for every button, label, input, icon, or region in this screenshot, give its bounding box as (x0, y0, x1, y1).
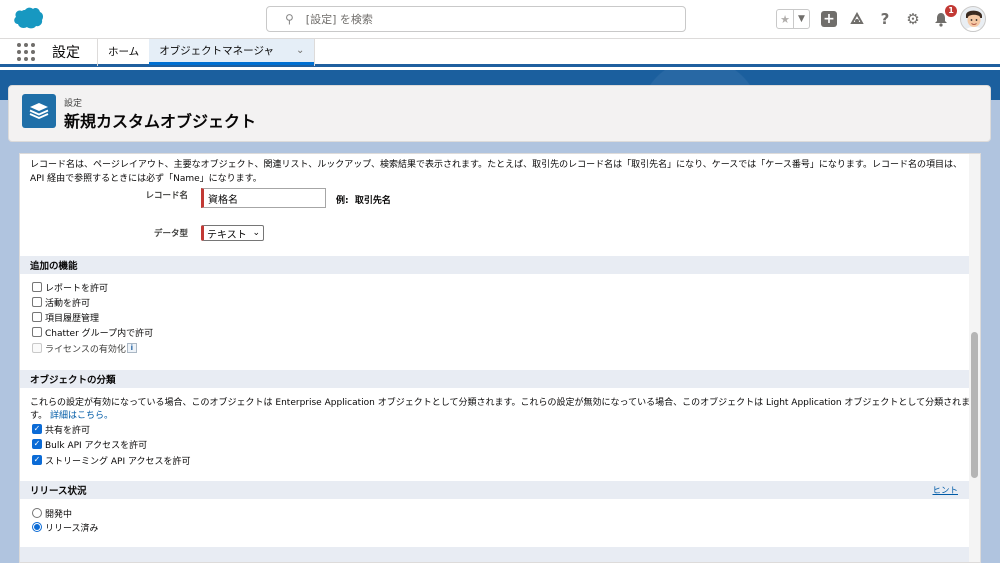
search-placeholder: [設定] を検索 (305, 13, 373, 26)
avatar[interactable] (960, 6, 986, 32)
global-header: ⚲ [設定] を検索 ★ ▼ + ? ⚙ 1 (0, 0, 1000, 38)
example-label: 例: (336, 196, 349, 206)
app-launcher-icon[interactable] (17, 42, 35, 61)
nav-divider (314, 37, 316, 66)
checkbox[interactable]: ✓ (32, 455, 42, 465)
allow-activities-checkbox[interactable]: 活動を許可 (32, 295, 90, 309)
form-panel: レコード名は、ページレイアウト、主要なオブジェクト、関連リスト、ルックアップ、検… (19, 153, 981, 563)
classification-text: これらの設定が有効になっている場合、このオブジェクトは Enterprise A… (30, 398, 971, 421)
record-name-label: レコード名 (145, 191, 188, 201)
checkbox[interactable]: ✓ (32, 439, 42, 449)
notification-badge: 1 (945, 5, 957, 17)
allow-sharing-checkbox[interactable]: ✓ 共有を許可 (32, 422, 90, 436)
star-icon[interactable]: ★ (777, 10, 793, 28)
checkbox-label: 活動を許可 (45, 298, 91, 309)
tab-object-manager-label: オブジェクトマネージャ (159, 44, 274, 57)
record-name-example: 例: 取引先名 (336, 193, 391, 206)
scrollbar-thumb[interactable] (971, 332, 978, 478)
header-utility-icons: ★ ▼ + ? ⚙ 1 (776, 4, 986, 34)
record-name-description: レコード名は、ページレイアウト、主要なオブジェクト、関連リスト、ルックアップ、検… (30, 160, 962, 184)
section-title: オブジェクトの分類 (30, 375, 116, 386)
radio-button[interactable] (32, 522, 42, 532)
section-deployment-status: リリース状況 ヒント (20, 481, 970, 499)
help-icon[interactable]: ? (876, 10, 894, 28)
learn-more-link[interactable]: 詳細はこちら。 (50, 411, 113, 421)
section-next-partial (20, 547, 970, 562)
checkbox[interactable] (32, 282, 42, 292)
checkbox-label: Bulk API アクセスを許可 (45, 440, 148, 451)
global-search-input[interactable]: ⚲ [設定] を検索 (266, 6, 686, 32)
notifications-button[interactable]: 1 (932, 5, 957, 28)
deployed-radio[interactable]: リリース済み (32, 520, 99, 534)
layers-icon (22, 94, 56, 128)
classification-description: これらの設定が有効になっている場合、このオブジェクトは Enterprise A… (30, 397, 975, 423)
radio-label: リリース済み (45, 523, 99, 534)
allow-streaming-api-checkbox[interactable]: ✓ ストリーミング API アクセスを許可 (32, 453, 191, 467)
app-nav-bar: 設定 ホーム オブジェクトマネージャ ⌄ (0, 37, 1000, 67)
data-type-value: テキスト (207, 229, 247, 241)
checkbox[interactable]: ✓ (32, 424, 42, 434)
trailhead-button[interactable] (848, 10, 866, 28)
checkbox[interactable] (32, 297, 42, 307)
checkbox[interactable] (32, 312, 42, 322)
scrollbar[interactable] (969, 154, 980, 562)
gear-icon[interactable]: ⚙ (904, 10, 922, 28)
page-header: 設定 新規カスタムオブジェクト (8, 85, 991, 142)
record-name-input[interactable]: 資格名 (201, 188, 326, 208)
cloud-icon (850, 12, 864, 24)
in-development-radio[interactable]: 開発中 (32, 506, 72, 520)
record-name-value: 資格名 (208, 194, 238, 206)
chevron-down-icon: ⌄ (252, 228, 260, 238)
section-title: リリース状況 (30, 486, 87, 497)
tab-home[interactable]: ホーム (98, 39, 149, 65)
enable-licensing-checkbox: ライセンスの有効化 i (32, 341, 137, 355)
checkbox-label: レポートを許可 (45, 283, 109, 294)
tab-object-manager[interactable]: オブジェクトマネージャ ⌄ (149, 38, 315, 65)
plus-icon: + (821, 11, 837, 27)
allow-reports-checkbox[interactable]: レポートを許可 (32, 280, 108, 294)
favorites-control[interactable]: ★ ▼ (776, 9, 810, 29)
checkbox-label: ストリーミング API アクセスを許可 (45, 456, 191, 467)
field-history-checkbox[interactable]: 項目履歴管理 (32, 310, 99, 324)
section-optional-features: 追加の機能 (20, 256, 970, 274)
checkbox-label: Chatter グループ内で許可 (45, 328, 154, 339)
chevron-down-icon[interactable]: ▼ (793, 10, 809, 28)
checkbox-label: ライセンスの有効化 (45, 344, 126, 355)
hint-link[interactable]: ヒント (932, 484, 958, 496)
data-type-select[interactable]: テキスト ⌄ (201, 225, 264, 241)
allow-chatter-groups-checkbox[interactable]: Chatter グループ内で許可 (32, 325, 153, 339)
checkbox-label: 共有を許可 (45, 425, 91, 436)
data-type-label: データ型 (153, 229, 188, 239)
chevron-down-icon[interactable]: ⌄ (296, 45, 304, 56)
search-icon: ⚲ (285, 12, 294, 26)
checkbox-label: 項目履歴管理 (45, 313, 100, 324)
radio-label: 開発中 (45, 509, 73, 520)
example-value: 取引先名 (354, 196, 391, 206)
app-name: 設定 (52, 44, 80, 61)
allow-bulk-api-checkbox[interactable]: ✓ Bulk API アクセスを許可 (32, 437, 147, 451)
salesforce-cloud-logo[interactable] (12, 4, 44, 34)
info-icon[interactable]: i (126, 343, 137, 353)
radio-button[interactable] (32, 508, 42, 518)
checkbox[interactable] (32, 327, 42, 337)
tab-home-label: ホーム (108, 46, 140, 58)
page-title: 新規カスタムオブジェクト (64, 112, 257, 131)
section-object-classification: オブジェクトの分類 (20, 370, 970, 388)
avatar-image (961, 7, 985, 31)
global-actions-button[interactable]: + (820, 10, 838, 28)
checkbox (32, 343, 42, 353)
section-title: 追加の機能 (30, 261, 78, 272)
